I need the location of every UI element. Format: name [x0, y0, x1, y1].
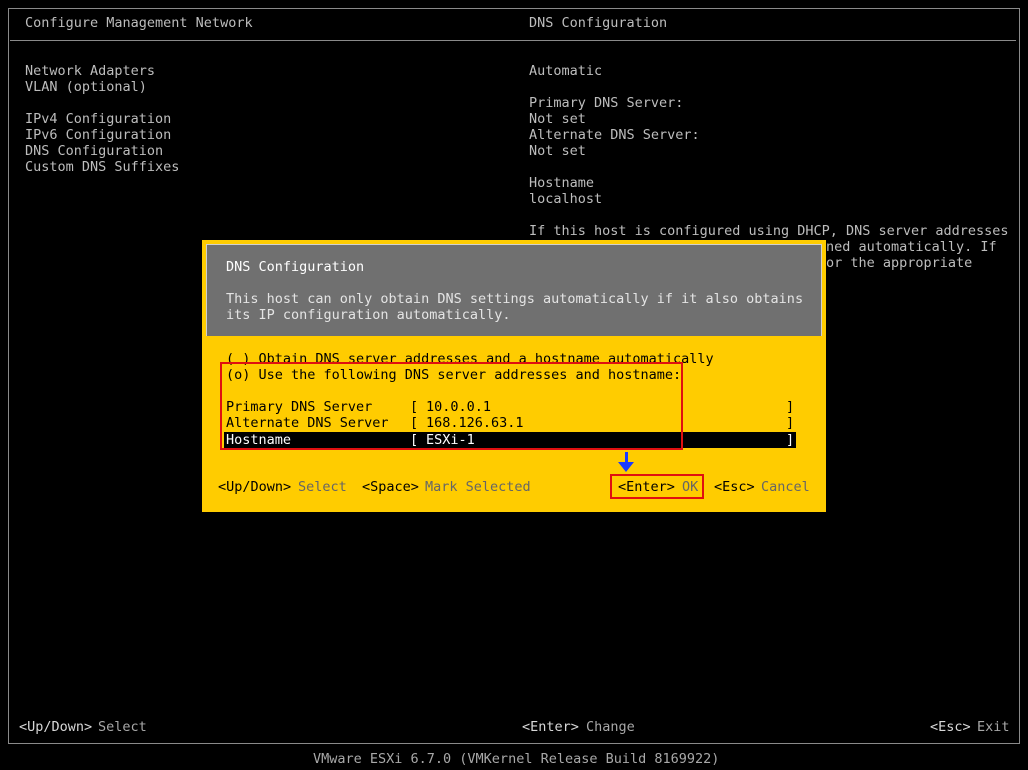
menu-item-dns-suffixes[interactable]: Custom DNS Suffixes: [25, 159, 179, 175]
cancel-button[interactable]: Cancel: [761, 479, 810, 495]
primary-dns-label: Primary DNS Server:: [529, 95, 684, 111]
footer-enter-key: <Enter>: [522, 719, 579, 735]
menu-item-dns[interactable]: DNS Configuration: [25, 143, 163, 159]
bracket-close: ]: [786, 432, 795, 448]
dialog-header: DNS Configuration This host can only obt…: [206, 244, 822, 336]
cancel-key[interactable]: <Esc>: [714, 479, 755, 495]
menu-item-ipv6[interactable]: IPv6 Configuration: [25, 127, 171, 143]
dns-mode: Automatic: [529, 63, 603, 79]
help-text-line-3: or the appropriate: [826, 255, 973, 271]
footer-updown-key: <Up/Down>: [19, 719, 93, 735]
help-text-line-2: ned automatically. If: [826, 239, 997, 255]
highlight-box-ok: [610, 474, 704, 499]
footer-updown-action: Select: [98, 719, 147, 735]
bracket-close: ]: [786, 399, 795, 415]
arrow-head-icon: [618, 462, 634, 472]
help-text-line-1: If this host is configured using DHCP, D…: [529, 223, 1009, 239]
right-panel-title: DNS Configuration: [529, 15, 668, 31]
alternate-dns-label: Alternate DNS Server:: [529, 127, 700, 143]
bracket-close: ]: [786, 415, 795, 431]
menu-item-ipv4[interactable]: IPv4 Configuration: [25, 111, 171, 127]
status-bar: VMware ESXi 6.7.0 (VMKernel Release Buil…: [313, 751, 720, 767]
hint-updown-key: <Up/Down>: [218, 479, 292, 495]
dialog-description-line-1: This host can only obtain DNS settings a…: [226, 291, 804, 307]
footer-enter-action: Change: [586, 719, 635, 735]
primary-dns-value: Not set: [529, 111, 586, 127]
hint-space-action: Mark Selected: [425, 479, 531, 495]
dialog-description-line-2: its IP configuration automatically.: [226, 307, 511, 323]
alternate-dns-value: Not set: [529, 143, 586, 159]
highlight-box-fields: [220, 362, 683, 450]
hostname-label: Hostname: [529, 175, 595, 191]
footer-esc-action: Exit: [977, 719, 1010, 735]
left-panel-title: Configure Management Network: [25, 15, 253, 31]
hint-space-key: <Space>: [362, 479, 419, 495]
dialog-title: DNS Configuration: [226, 259, 365, 275]
hostname-value: localhost: [529, 191, 603, 207]
menu-item-network-adapters[interactable]: Network Adapters: [25, 63, 155, 79]
hint-updown-action: Select: [298, 479, 347, 495]
title-divider: [10, 40, 1016, 41]
footer-esc-key: <Esc>: [930, 719, 971, 735]
menu-item-vlan[interactable]: VLAN (optional): [25, 79, 147, 95]
